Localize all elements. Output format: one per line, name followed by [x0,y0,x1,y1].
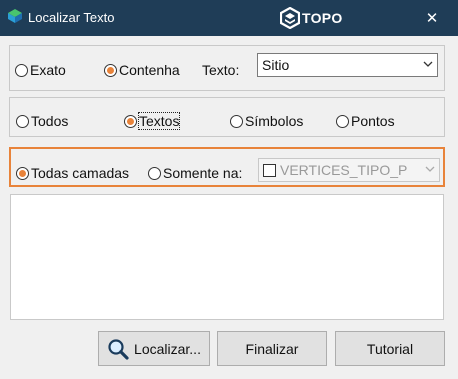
radio-all-layers-label: Todas camadas [31,165,130,181]
radio-symbols[interactable]: Símbolos [230,113,303,129]
radio-exact[interactable]: Exato [15,62,66,78]
chevron-down-icon[interactable] [425,165,435,173]
radio-all-layers[interactable]: Todas camadas [16,165,129,181]
radio-only-layer-button[interactable] [148,166,161,180]
radio-points[interactable]: Pontos [336,113,395,129]
radio-only-layer-label: Somente na: [163,165,243,181]
radio-all-layers-button[interactable] [16,166,29,180]
radio-contains-label: Contenha [119,62,180,78]
window-title: Localizar Texto [28,10,115,25]
brand-logo: TOPO [280,7,342,29]
magnifier-icon [108,338,129,360]
radio-texts-button[interactable] [124,114,137,128]
radio-texts[interactable]: Textos [124,112,181,130]
tutorial-button-label: Tutorial [366,340,414,357]
radio-points-button[interactable] [336,114,349,128]
radio-exact-label: Exato [30,62,66,78]
radio-symbols-label: Símbolos [245,113,304,129]
results-list[interactable] [10,194,444,320]
layer-value: VERTICES_TIPO_P [280,162,408,178]
search-button[interactable]: Localizar... [98,331,210,366]
close-icon: ✕ [425,10,439,27]
search-button-label: Localizar... [134,340,201,357]
close-button[interactable]: ✕ [418,6,446,30]
radio-exact-button[interactable] [15,63,28,77]
chevron-down-icon[interactable] [423,60,433,68]
title-bar: Localizar Texto TOPO ✕ [0,0,458,36]
radio-all[interactable]: Todos [16,113,68,129]
radio-all-button[interactable] [16,114,29,128]
finish-button-label: Finalizar [245,340,299,357]
brand-name: TOPO [302,10,343,26]
radio-all-label: Todos [31,113,69,129]
layer-combo[interactable]: VERTICES_TIPO_P [258,158,440,182]
radio-contains-button[interactable] [104,63,117,77]
tutorial-button[interactable]: Tutorial [335,331,445,366]
text-search-combo[interactable]: Sitio [257,53,438,77]
app-icon [8,9,22,23]
topo-logo-icon [280,7,300,29]
text-search-value: Sitio [262,57,290,73]
layer-checkbox[interactable] [263,164,276,177]
radio-texts-label: Textos [137,112,181,130]
radio-points-label: Pontos [351,113,395,129]
text-field-label: Texto: [202,62,240,78]
radio-only-layer[interactable]: Somente na: [148,165,242,181]
radio-contains[interactable]: Contenha [104,62,180,78]
finish-button[interactable]: Finalizar [217,331,327,366]
radio-symbols-button[interactable] [230,114,243,128]
